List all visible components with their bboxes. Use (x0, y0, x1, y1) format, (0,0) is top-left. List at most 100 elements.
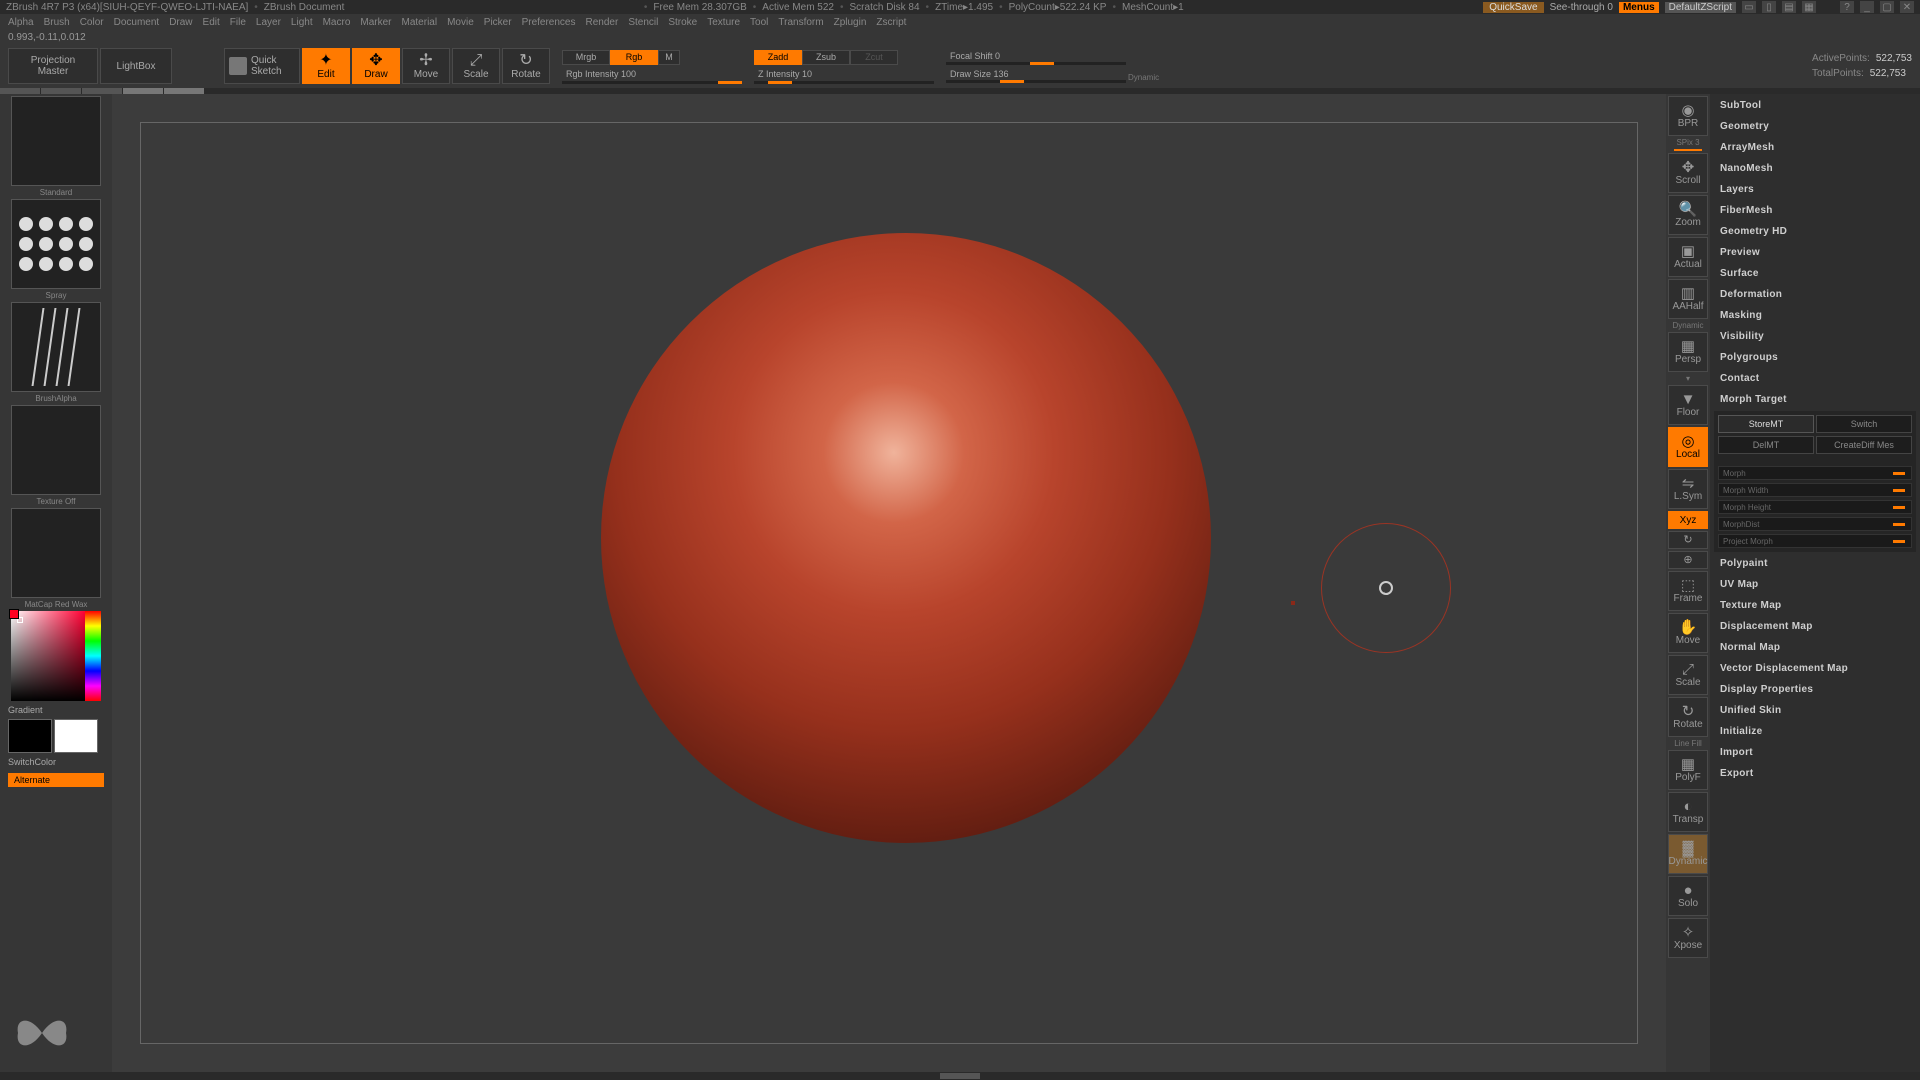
section-preview[interactable]: Preview (1714, 243, 1916, 262)
menu-brush[interactable]: Brush (44, 17, 70, 28)
rgb-button[interactable]: Rgb (610, 50, 658, 65)
menu-transform[interactable]: Transform (778, 17, 823, 28)
main-color-swatch[interactable] (8, 719, 52, 753)
close-icon[interactable]: ✕ (1900, 1, 1914, 13)
minimize-icon[interactable]: _ (1860, 1, 1874, 13)
mrgb-button[interactable]: Mrgb (562, 50, 610, 65)
zoom-button[interactable]: 🔍Zoom (1668, 195, 1708, 235)
alternate-button[interactable]: Alternate (8, 773, 104, 787)
xpose-button[interactable]: ✧Xpose (1668, 918, 1708, 958)
material-swatch[interactable] (11, 508, 101, 598)
dynamic-label[interactable]: Dynamic (1672, 321, 1703, 330)
polyf-button[interactable]: ▦PolyF (1668, 750, 1708, 790)
section-visibility[interactable]: Visibility (1714, 327, 1916, 346)
section-polygroups[interactable]: Polygroups (1714, 348, 1916, 367)
section-geometry[interactable]: Geometry (1714, 117, 1916, 136)
menu-texture[interactable]: Texture (707, 17, 740, 28)
persp-button[interactable]: ▦Persp (1668, 332, 1708, 372)
project-morph-slider[interactable]: Project Morph (1718, 534, 1912, 548)
morph-dist-slider[interactable]: MorphDist (1718, 517, 1912, 531)
draw-size-slider[interactable]: Draw Size 136 (946, 67, 1126, 80)
zsub-button[interactable]: Zsub (802, 50, 850, 65)
linefill-label[interactable]: Line Fill (1674, 739, 1702, 748)
menu-zscript[interactable]: Zscript (876, 17, 906, 28)
section-arraymesh[interactable]: ArrayMesh (1714, 138, 1916, 157)
texture-swatch[interactable] (11, 405, 101, 495)
section-displacement[interactable]: Displacement Map (1714, 617, 1916, 636)
section-uvmap[interactable]: UV Map (1714, 575, 1916, 594)
scale-nav-button[interactable]: ⤢Scale (1668, 655, 1708, 695)
menu-edit[interactable]: Edit (203, 17, 220, 28)
section-initialize[interactable]: Initialize (1714, 722, 1916, 741)
lightbox-button[interactable]: LightBox (100, 48, 172, 84)
z-intensity-slider[interactable]: Z Intensity 10 (754, 68, 934, 81)
actual-button[interactable]: ▣Actual (1668, 237, 1708, 277)
gradient-toggle[interactable]: Gradient (2, 703, 110, 717)
see-through-slider[interactable]: See-through 0 (1550, 2, 1613, 13)
section-polypaint[interactable]: Polypaint (1714, 554, 1916, 573)
menu-material[interactable]: Material (402, 17, 438, 28)
layout2-icon[interactable]: ▯ (1762, 1, 1776, 13)
menu-picker[interactable]: Picker (484, 17, 512, 28)
section-unified-skin[interactable]: Unified Skin (1714, 701, 1916, 720)
move-nav-button[interactable]: ✋Move (1668, 613, 1708, 653)
projection-master-button[interactable]: Projection Master (8, 48, 98, 84)
alpha-swatch[interactable] (11, 302, 101, 392)
frame-button[interactable]: ⬚Frame (1668, 571, 1708, 611)
lsym-button[interactable]: ⇋L.Sym (1668, 469, 1708, 509)
rot-mode-button[interactable]: ↻ (1668, 531, 1708, 549)
rotate-nav-button[interactable]: ↻Rotate (1668, 697, 1708, 737)
menu-draw[interactable]: Draw (169, 17, 192, 28)
menu-light[interactable]: Light (291, 17, 313, 28)
focal-shift-slider[interactable]: Focal Shift 0 (946, 49, 1126, 62)
section-nanomesh[interactable]: NanoMesh (1714, 159, 1916, 178)
quicksketch-button[interactable]: Quick Sketch (224, 48, 300, 84)
morph-width-slider[interactable]: Morph Width (1718, 483, 1912, 497)
draw-mode-button[interactable]: ✥Draw (352, 48, 400, 84)
section-texturemap[interactable]: Texture Map (1714, 596, 1916, 615)
menu-macro[interactable]: Macro (323, 17, 351, 28)
section-export[interactable]: Export (1714, 764, 1916, 783)
dynamic-label[interactable]: Dynamic (1128, 73, 1159, 82)
switch-mt-button[interactable]: Switch (1816, 415, 1912, 433)
menus-toggle[interactable]: Menus (1619, 2, 1659, 13)
scale-mode-button[interactable]: ⤢Scale (452, 48, 500, 84)
switch-color-button[interactable]: SwitchColor (2, 755, 110, 769)
menu-zplugin[interactable]: Zplugin (834, 17, 867, 28)
section-surface[interactable]: Surface (1714, 264, 1916, 283)
rgb-intensity-slider[interactable]: Rgb Intensity 100 (562, 68, 742, 81)
del-mt-button[interactable]: DelMT (1718, 436, 1814, 454)
creatediff-button[interactable]: CreateDiff Mes (1816, 436, 1912, 454)
section-masking[interactable]: Masking (1714, 306, 1916, 325)
scroll-button[interactable]: ✥Scroll (1668, 153, 1708, 193)
secondary-color-swatch[interactable] (54, 719, 98, 753)
footer-grip[interactable] (0, 1072, 1920, 1080)
section-deformation[interactable]: Deformation (1714, 285, 1916, 304)
rotate-mode-button[interactable]: ↻Rotate (502, 48, 550, 84)
section-vdm[interactable]: Vector Displacement Map (1714, 659, 1916, 678)
stroke-swatch[interactable] (11, 199, 101, 289)
menu-movie[interactable]: Movie (447, 17, 474, 28)
menu-tool[interactable]: Tool (750, 17, 768, 28)
layout4-icon[interactable]: ▦ (1802, 1, 1816, 13)
section-display-props[interactable]: Display Properties (1714, 680, 1916, 699)
menu-stencil[interactable]: Stencil (628, 17, 658, 28)
xyz-button[interactable]: Xyz (1668, 511, 1708, 529)
section-subtool[interactable]: SubTool (1714, 96, 1916, 115)
menu-preferences[interactable]: Preferences (522, 17, 576, 28)
spix-label[interactable]: SPix 3 (1676, 138, 1699, 147)
color-picker[interactable] (11, 611, 101, 701)
m-button[interactable]: M (658, 50, 680, 65)
menu-file[interactable]: File (230, 17, 246, 28)
viewport[interactable] (140, 122, 1638, 1044)
center-button[interactable]: ⊕ (1668, 551, 1708, 569)
floor-button[interactable]: ▼Floor (1668, 385, 1708, 425)
bpr-button[interactable]: ◉BPR (1668, 96, 1708, 136)
menu-color[interactable]: Color (80, 17, 104, 28)
zadd-button[interactable]: Zadd (754, 50, 802, 65)
zcut-button[interactable]: Zcut (850, 50, 898, 65)
section-geometryhd[interactable]: Geometry HD (1714, 222, 1916, 241)
morph-slider[interactable]: Morph (1718, 466, 1912, 480)
menu-stroke[interactable]: Stroke (668, 17, 697, 28)
menu-alpha[interactable]: Alpha (8, 17, 34, 28)
